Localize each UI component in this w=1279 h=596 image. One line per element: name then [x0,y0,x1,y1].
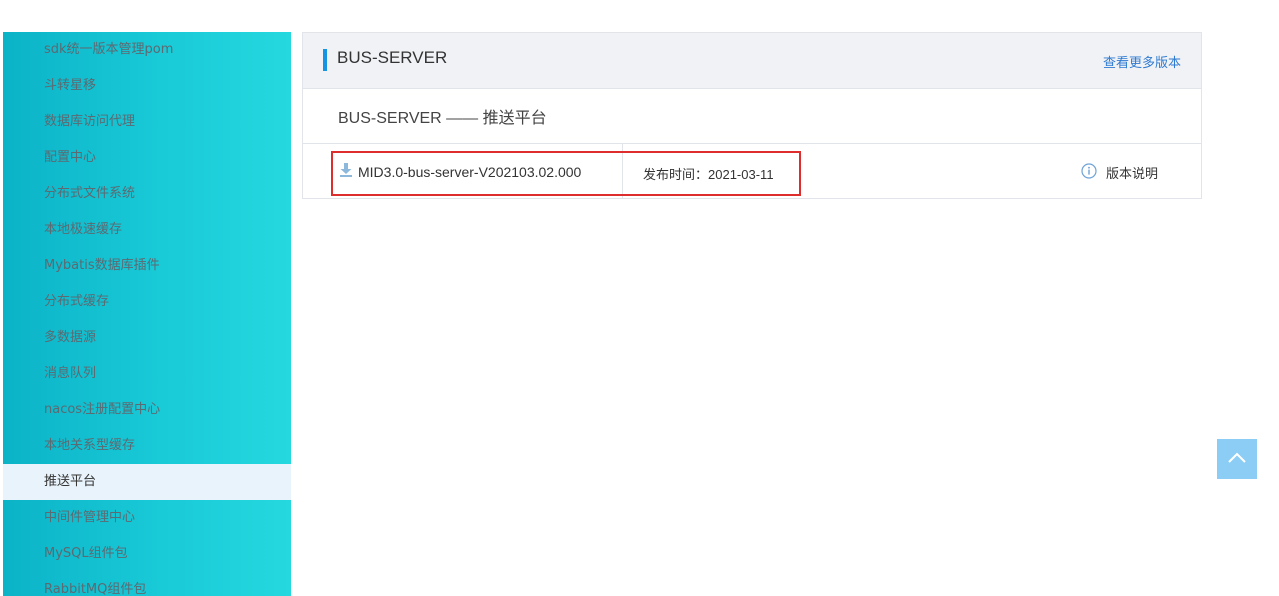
panel-header: BUS-SERVER 查看更多版本 [303,33,1201,89]
sidebar-item-local-cache[interactable]: 本地极速缓存 [3,212,291,248]
highlight-box [331,151,801,196]
chevron-up-icon [1228,452,1246,463]
back-to-top-button[interactable] [1217,439,1257,479]
sidebar-item-distributed-fs[interactable]: 分布式文件系统 [3,176,291,212]
sidebar: sdk统一版本管理pom 斗转星移 数据库访问代理 配置中心 分布式文件系统 本… [3,32,291,596]
panel-subtitle: BUS-SERVER —— 推送平台 [338,110,547,127]
sidebar-item-sdk-pom[interactable]: sdk统一版本管理pom [3,32,291,68]
release-panel: BUS-SERVER 查看更多版本 BUS-SERVER —— 推送平台 MID… [302,32,1202,199]
info-icon[interactable] [1081,163,1097,179]
sidebar-item-mysql[interactable]: MySQL组件包 [3,536,291,572]
release-notes-link[interactable]: 版本说明 [1106,163,1158,182]
sidebar-item-multi-datasource[interactable]: 多数据源 [3,320,291,356]
sidebar-item-distributed-cache[interactable]: 分布式缓存 [3,284,291,320]
sidebar-item-rabbitmq[interactable]: RabbitMQ组件包 [3,572,291,596]
sidebar-item-mybatis-plugin[interactable]: Mybatis数据库插件 [3,248,291,284]
sidebar-item-local-relational-cache[interactable]: 本地关系型缓存 [3,428,291,464]
title-accent-bar [323,49,327,71]
sidebar-item-push-platform[interactable]: 推送平台 [3,464,291,500]
sidebar-item-doujiang[interactable]: 斗转星移 [3,68,291,104]
sidebar-item-message-queue[interactable]: 消息队列 [3,356,291,392]
sidebar-item-config-center[interactable]: 配置中心 [3,140,291,176]
sidebar-item-middleware-center[interactable]: 中间件管理中心 [3,500,291,536]
sidebar-item-db-proxy[interactable]: 数据库访问代理 [3,104,291,140]
release-row: MID3.0-bus-server-V202103.02.000 发布时间：20… [303,144,1201,199]
sidebar-item-nacos[interactable]: nacos注册配置中心 [3,392,291,428]
more-versions-link[interactable]: 查看更多版本 [1103,52,1181,71]
panel-title: BUS-SERVER [337,48,448,67]
